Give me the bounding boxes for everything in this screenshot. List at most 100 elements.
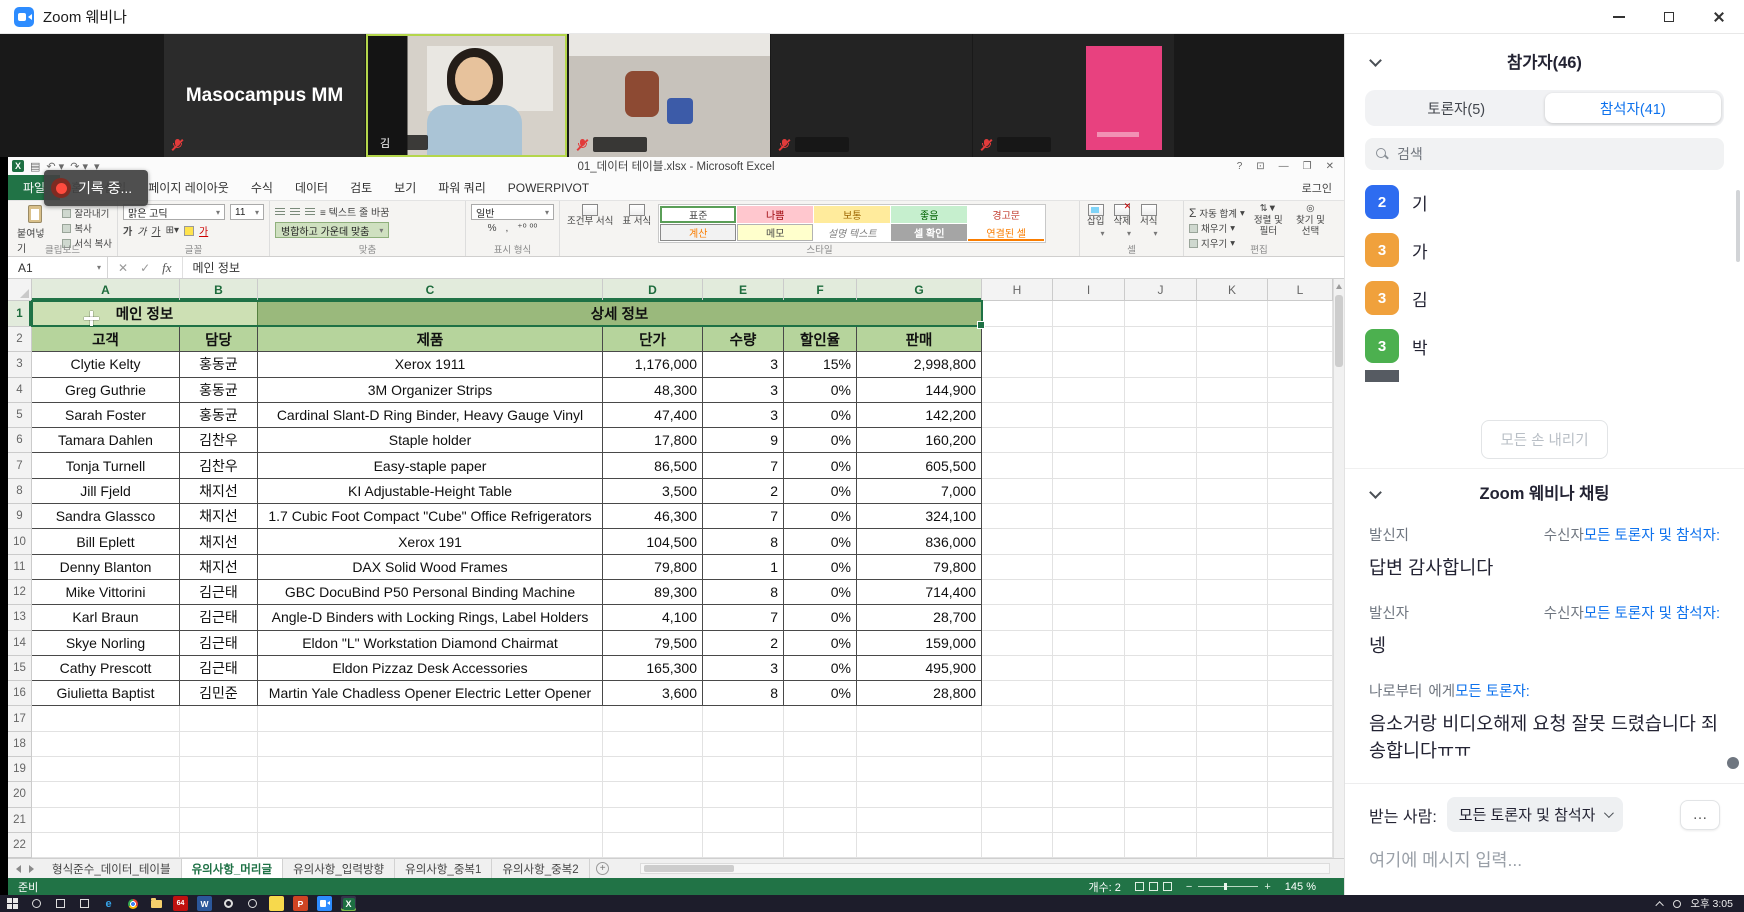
spreadsheet-cell[interactable]: [1197, 656, 1268, 681]
video-tile-dark[interactable]: [771, 34, 972, 157]
taskbar-icon-location[interactable]: [245, 896, 260, 911]
ribbon-options-icon[interactable]: ⊡: [1256, 161, 1264, 172]
spreadsheet-cell[interactable]: [982, 428, 1053, 453]
product-cell[interactable]: Eldon "L" Workstation Diamond Chairmat: [258, 631, 603, 656]
discount-cell[interactable]: 0%: [784, 479, 857, 504]
customer-cell[interactable]: Skye Norling: [32, 631, 180, 656]
align-middle-icon[interactable]: [290, 208, 300, 216]
spreadsheet-cell[interactable]: [784, 808, 857, 833]
row-number-7[interactable]: 7: [8, 453, 32, 478]
product-cell[interactable]: 1.7 Cubic Foot Compact "Cube" Office Ref…: [258, 504, 603, 529]
row-number-22[interactable]: 22: [8, 833, 32, 858]
customer-cell[interactable]: Tonja Turnell: [32, 453, 180, 478]
spreadsheet-cell[interactable]: [1197, 757, 1268, 782]
spreadsheet-cell[interactable]: [1125, 428, 1197, 453]
spreadsheet-cell[interactable]: [1197, 555, 1268, 580]
row-number-14[interactable]: 14: [8, 631, 32, 656]
spreadsheet-cell[interactable]: [258, 732, 603, 757]
spreadsheet-cell[interactable]: [1125, 681, 1197, 706]
spreadsheet-cell[interactable]: [258, 706, 603, 731]
spreadsheet-cell[interactable]: [1125, 757, 1197, 782]
close-button[interactable]: [1694, 0, 1744, 34]
spreadsheet-cell[interactable]: [1268, 403, 1333, 428]
sales-cell[interactable]: 836,000: [857, 529, 982, 554]
spreadsheet-cell[interactable]: [1197, 580, 1268, 605]
delete-cells-button[interactable]: 삭제▾: [1111, 204, 1132, 238]
spreadsheet-cell[interactable]: [703, 757, 784, 782]
italic-button[interactable]: 가: [137, 223, 146, 238]
unit-price-cell[interactable]: 89,300: [603, 580, 703, 605]
spreadsheet-cell[interactable]: [1197, 529, 1268, 554]
spreadsheet-cell[interactable]: [1268, 453, 1333, 478]
customer-cell[interactable]: Jill Fjeld: [32, 479, 180, 504]
discount-cell[interactable]: 0%: [784, 580, 857, 605]
cell-style-6[interactable]: 계산: [660, 224, 736, 241]
spreadsheet-cell[interactable]: [982, 605, 1053, 630]
spreadsheet-cell[interactable]: [982, 301, 1053, 327]
row-number-4[interactable]: 4: [8, 378, 32, 403]
spreadsheet-cell[interactable]: [982, 479, 1053, 504]
quantity-cell[interactable]: 7: [703, 504, 784, 529]
ribbon-tab-8[interactable]: 보기: [383, 175, 427, 200]
product-cell[interactable]: Eldon Pizzaz Desk Accessories: [258, 656, 603, 681]
spreadsheet-cell[interactable]: [1197, 504, 1268, 529]
row-number-21[interactable]: 21: [8, 808, 32, 833]
sort-filter-button[interactable]: ⇅▼정렬 및 필터: [1250, 204, 1287, 238]
discount-cell[interactable]: 0%: [784, 555, 857, 580]
spreadsheet-cell[interactable]: [703, 833, 784, 858]
insert-cells-button[interactable]: 삽입▾: [1085, 204, 1106, 238]
spreadsheet-cell[interactable]: [1053, 833, 1125, 858]
spreadsheet-cell[interactable]: [1125, 706, 1197, 731]
spreadsheet-cell[interactable]: [1053, 504, 1125, 529]
participant-list-scrollbar[interactable]: [1736, 190, 1740, 262]
column-header-G[interactable]: G: [857, 279, 982, 301]
column-header-L[interactable]: L: [1268, 279, 1333, 301]
customer-cell[interactable]: Clytie Kelty: [32, 352, 180, 377]
ribbon-tab-10[interactable]: POWERPIVOT: [497, 175, 600, 200]
unit-price-cell[interactable]: 17,800: [603, 428, 703, 453]
spreadsheet-cell[interactable]: [180, 808, 258, 833]
spreadsheet-cell[interactable]: [1053, 555, 1125, 580]
cell-style-4[interactable]: 좋음: [891, 206, 967, 223]
spreadsheet-cell[interactable]: [1268, 833, 1333, 858]
spreadsheet-cell[interactable]: [1125, 453, 1197, 478]
insert-function-icon[interactable]: fx: [162, 260, 171, 276]
spreadsheet-cell[interactable]: [1197, 327, 1268, 352]
signin-link[interactable]: 로그인: [1302, 180, 1332, 196]
excel-minimize-icon[interactable]: —: [1279, 161, 1289, 172]
spreadsheet-cell[interactable]: [784, 782, 857, 807]
taskbar-icon-edge[interactable]: e: [101, 896, 116, 911]
cell-style-9[interactable]: 셀 확인: [891, 224, 967, 241]
spreadsheet-cell[interactable]: [1197, 681, 1268, 706]
sheet-tab-4[interactable]: 유의사항_중복1: [395, 859, 492, 878]
font-size-select[interactable]: 11▾: [230, 204, 264, 220]
spreadsheet-cell[interactable]: [982, 706, 1053, 731]
merge-center-button[interactable]: 병합하고 가운데 맞춤▾: [275, 222, 389, 238]
ribbon-tab-6[interactable]: 데이터: [284, 175, 339, 200]
unit-price-cell[interactable]: 79,500: [603, 631, 703, 656]
decimal-buttons[interactable]: ⁺⁰ ⁰⁰: [517, 223, 537, 234]
manager-cell[interactable]: 김근태: [180, 580, 258, 605]
spreadsheet-cell[interactable]: [982, 529, 1053, 554]
video-tile-room[interactable]: [569, 34, 770, 157]
collapse-chat-icon[interactable]: [1369, 486, 1382, 499]
taskbar-icon-sticky-notes[interactable]: [269, 896, 284, 911]
sales-cell[interactable]: 142,200: [857, 403, 982, 428]
manager-cell[interactable]: 홍동균: [180, 403, 258, 428]
taskbar-icon-store[interactable]: [77, 896, 92, 911]
spreadsheet-cell[interactable]: [982, 327, 1053, 352]
spreadsheet-cell[interactable]: [982, 453, 1053, 478]
spreadsheet-cell[interactable]: [1125, 605, 1197, 630]
format-cells-button[interactable]: 서식▾: [1138, 204, 1159, 238]
sales-cell[interactable]: 495,900: [857, 656, 982, 681]
spreadsheet-cell[interactable]: [1197, 428, 1268, 453]
row-number-13[interactable]: 13: [8, 605, 32, 630]
column-header-B[interactable]: B: [180, 279, 258, 301]
spreadsheet-cell[interactable]: [982, 504, 1053, 529]
quantity-cell[interactable]: 3: [703, 403, 784, 428]
customer-cell[interactable]: Greg Guthrie: [32, 378, 180, 403]
customer-cell[interactable]: Bill Eplett: [32, 529, 180, 554]
row-number-6[interactable]: 6: [8, 428, 32, 453]
fill-color-button[interactable]: [184, 226, 194, 236]
minimize-button[interactable]: [1594, 0, 1644, 34]
